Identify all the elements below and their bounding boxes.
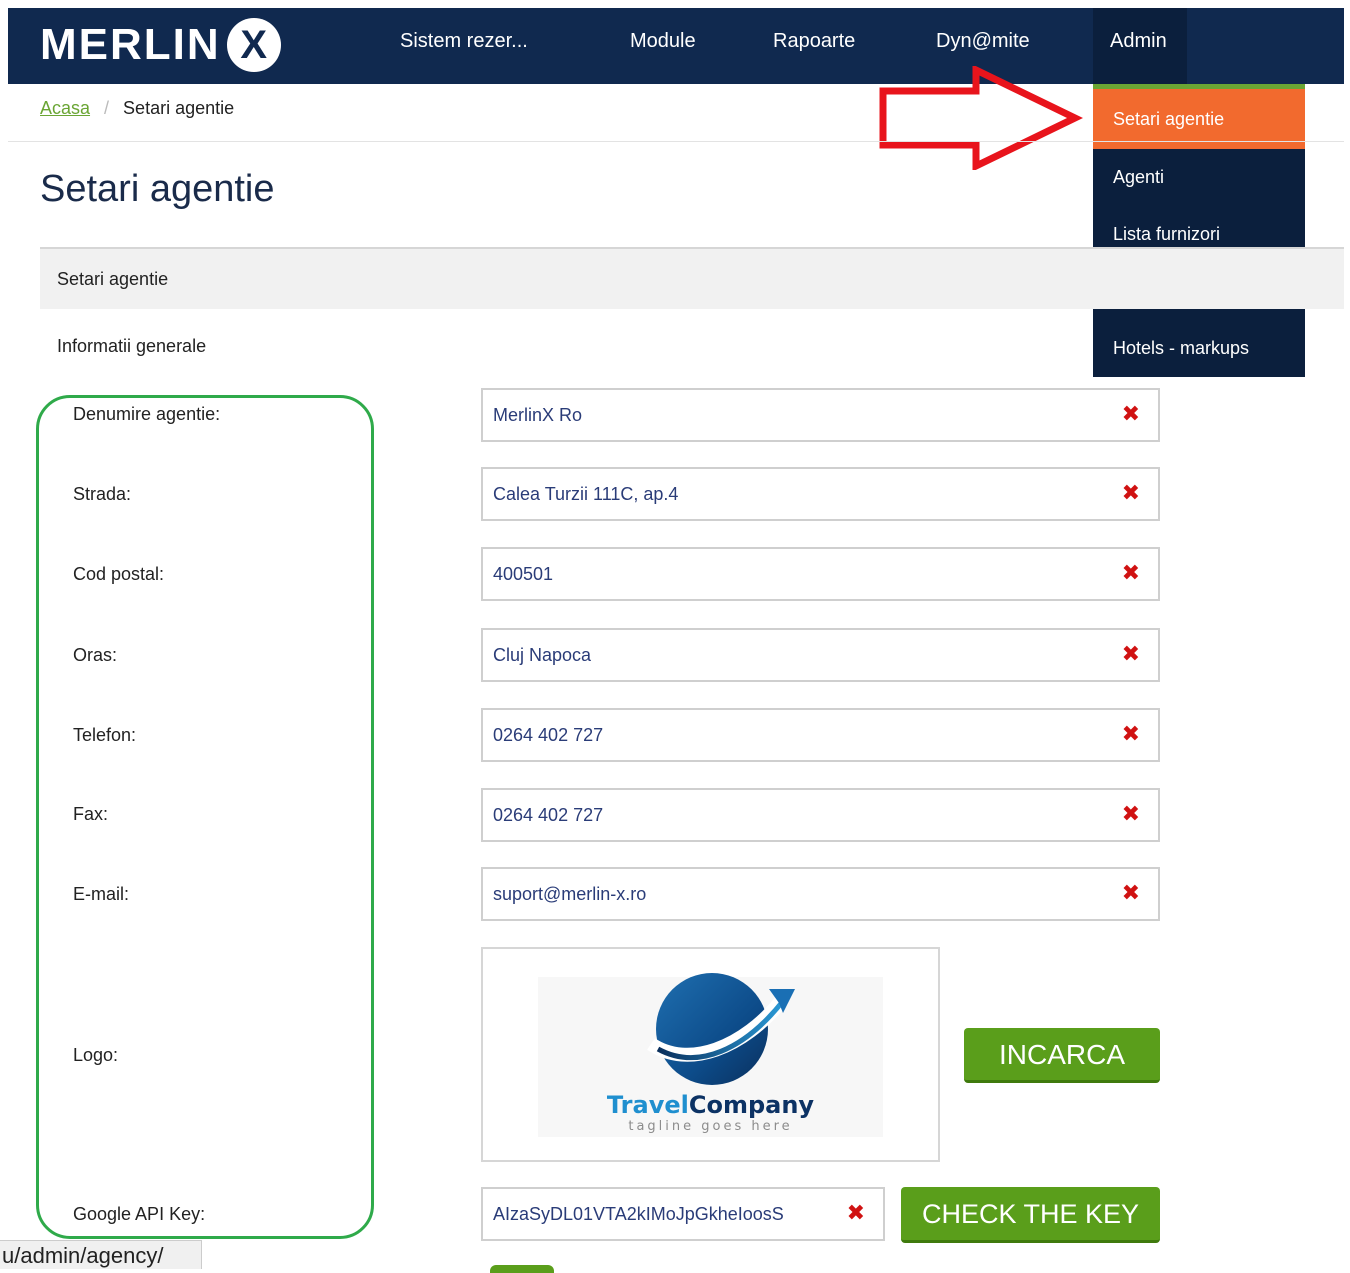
brand-text: MERLIN — [40, 20, 221, 69]
email-input[interactable]: suport@merlin-x.ro ✖ — [481, 867, 1160, 921]
postal-code-value: 400501 — [493, 564, 554, 584]
clear-icon[interactable]: ✖ — [1122, 549, 1140, 599]
admin-dropdown-menu: Setari agentie Agenti Lista furnizori Zb… — [1093, 84, 1305, 377]
clear-icon[interactable]: ✖ — [1122, 790, 1140, 840]
divider — [8, 141, 1344, 142]
menu-item-agenti[interactable]: Agenti — [1093, 149, 1305, 206]
logo-image-brand: TravelCompany — [483, 1091, 938, 1119]
upload-logo-button[interactable]: INCARCA — [964, 1028, 1160, 1083]
menu-item-hotels-markups[interactable]: Hotels - markups — [1093, 320, 1305, 377]
label-fax: Fax: — [73, 804, 109, 824]
check-the-key-button[interactable]: CHECK THE KEY — [901, 1187, 1160, 1243]
logo-image-tagline: tagline goes here — [628, 1119, 793, 1134]
clear-icon[interactable]: ✖ — [1122, 469, 1140, 519]
label-denumire-agentie: Denumire agentie: — [73, 404, 221, 424]
annotation-arrow-icon — [879, 66, 1083, 170]
breadcrumb: Acasa / Setari agentie — [40, 98, 234, 119]
clear-icon[interactable]: ✖ — [1122, 869, 1140, 919]
label-google-api-key: Google API Key: — [73, 1204, 206, 1224]
google-api-key-value: AIzaSyDL01VTA2kIMoJpGkheIoosS — [493, 1204, 784, 1224]
nav-rapoarte[interactable]: Rapoarte — [773, 8, 855, 84]
agency-name-input[interactable]: MerlinX Ro ✖ — [481, 388, 1160, 442]
label-cod-postal: Cod postal: — [73, 564, 165, 584]
status-bar-url: u/admin/agency/ — [0, 1240, 202, 1269]
label-oras: Oras: — [73, 645, 118, 665]
email-value: suport@merlin-x.ro — [493, 884, 647, 904]
nav-admin[interactable]: Admin — [1093, 8, 1187, 84]
nav-module[interactable]: Module — [630, 8, 696, 84]
breadcrumb-separator: / — [104, 98, 110, 118]
clear-icon[interactable]: ✖ — [847, 1189, 865, 1239]
merlinx-logo[interactable]: MERLIN X — [40, 14, 281, 76]
fax-value: 0264 402 727 — [493, 805, 604, 825]
street-value: Calea Turzii 111C, ap.4 — [493, 484, 679, 504]
clear-icon[interactable]: ✖ — [1122, 630, 1140, 680]
logo-preview: TravelCompany tagline goes here — [481, 947, 940, 1162]
next-button-partial[interactable] — [490, 1265, 554, 1273]
breadcrumb-current: Setari agentie — [123, 98, 235, 118]
label-telefon: Telefon: — [73, 725, 137, 745]
breadcrumb-home-link[interactable]: Acasa — [40, 98, 90, 118]
logo-word-company: Company — [688, 1091, 815, 1119]
subsection-title: Informatii generale — [57, 336, 207, 356]
logo-word-travel: Travel — [606, 1091, 689, 1119]
phone-value: 0264 402 727 — [493, 725, 604, 745]
google-api-key-input[interactable]: AIzaSyDL01VTA2kIMoJpGkheIoosS ✖ — [481, 1187, 885, 1241]
section-header: Setari agentie — [40, 247, 1344, 309]
label-email: E-mail: — [73, 884, 130, 904]
label-strada: Strada: — [73, 484, 132, 504]
street-input[interactable]: Calea Turzii 111C, ap.4 ✖ — [481, 467, 1160, 521]
city-input[interactable]: Cluj Napoca ✖ — [481, 628, 1160, 682]
brand-x-icon: X — [226, 18, 281, 72]
fax-input[interactable]: 0264 402 727 ✖ — [481, 788, 1160, 842]
phone-input[interactable]: 0264 402 727 ✖ — [481, 708, 1160, 762]
postal-code-input[interactable]: 400501 ✖ — [481, 547, 1160, 601]
nav-sistem-rezervari[interactable]: Sistem rezer... — [400, 8, 528, 84]
clear-icon[interactable]: ✖ — [1122, 710, 1140, 760]
agency-name-value: MerlinX Ro — [493, 405, 583, 425]
clear-icon[interactable]: ✖ — [1122, 390, 1140, 440]
label-logo: Logo: — [73, 1045, 119, 1065]
page-title: Setari agentie — [40, 168, 275, 210]
city-value: Cluj Napoca — [493, 645, 592, 665]
menu-item-setari-agentie[interactable]: Setari agentie — [1093, 89, 1305, 149]
